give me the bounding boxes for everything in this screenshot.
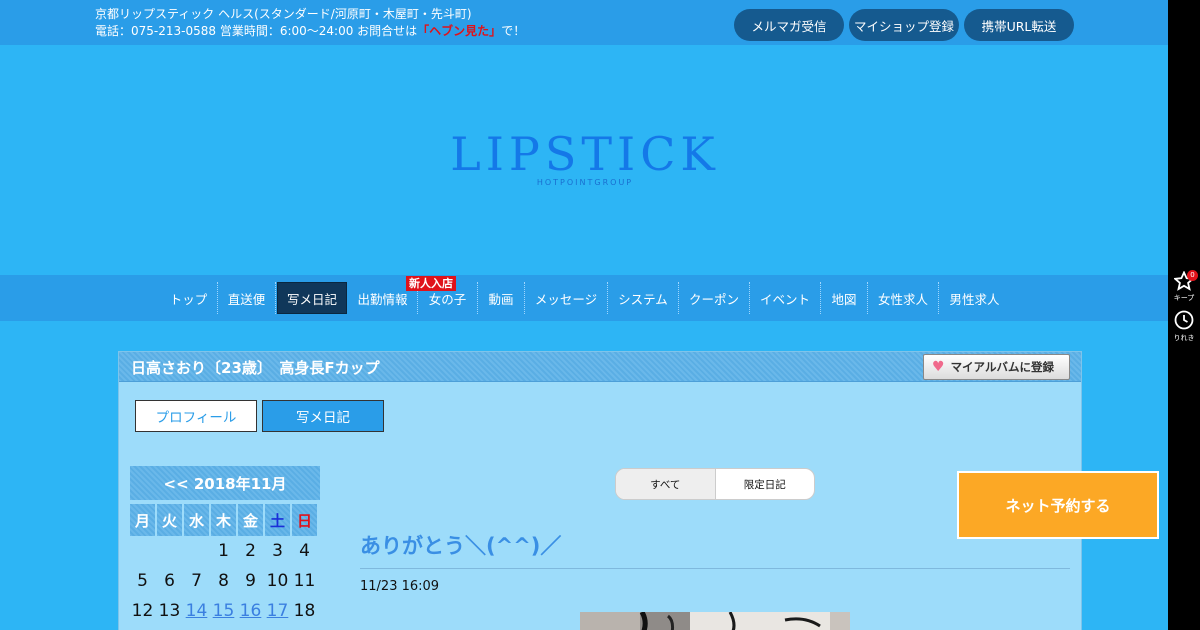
calendar-day: 2 — [245, 541, 256, 561]
calendar-day: 3 — [272, 541, 283, 561]
history-icon — [1174, 310, 1194, 330]
calendar-day[interactable]: 17 — [265, 598, 290, 624]
contact-suffix: で！ — [501, 24, 526, 38]
diary-filter: すべて 限定日記 — [615, 468, 815, 500]
calendar-day: 8 — [218, 571, 229, 591]
nav-male-recruit[interactable]: 男性求人 — [939, 282, 1010, 314]
filter-limited[interactable]: 限定日記 — [716, 469, 815, 499]
heaven-highlight: 「ヘブン見た」 — [417, 24, 502, 38]
nav-message[interactable]: メッセージ — [525, 282, 608, 314]
profile-header: 日高さおり〔23歳〕 高身長Fカップ ♥ マイアルバムに登録 — [119, 352, 1081, 382]
post-date: 11/23 16:09 — [360, 579, 440, 594]
net-reserve-button[interactable]: ネット予約する — [957, 471, 1159, 539]
nav-event[interactable]: イベント — [750, 282, 821, 314]
calendar-day: 12 — [131, 601, 154, 621]
heart-icon: ♥ — [932, 359, 945, 375]
nav-direct[interactable]: 直送便 — [218, 282, 276, 314]
profile-title: 日高さおり〔23歳〕 高身長Fカップ — [131, 359, 380, 377]
right-sidebar: キープ 0 りれき — [1168, 0, 1200, 630]
nav-photo-diary[interactable]: 写メ日記 — [277, 282, 347, 314]
post-photo-graphic — [580, 612, 850, 630]
contact-text: 電話：075-213-0588 営業時間：6:00～24:00 お問合せは — [95, 24, 418, 38]
nav-female-recruit[interactable]: 女性求人 — [868, 282, 939, 314]
mailmag-button[interactable]: メルマガ受信 — [734, 9, 844, 41]
calendar-prev-month[interactable]: << 2018年11月 — [130, 466, 320, 500]
weekday-sat: 土 — [265, 504, 290, 536]
keep-button[interactable]: キープ 0 — [1168, 268, 1200, 304]
shop-name-line: 京都リップスティック ヘルス(スタンダード/河原町・木屋町・先斗町) — [95, 7, 472, 21]
weekday-thu: 木 — [211, 504, 236, 536]
filter-all[interactable]: すべて — [616, 469, 716, 499]
calendar-day: 18 — [293, 601, 316, 621]
contact-line: 電話：075-213-0588 営業時間：6:00～24:00 お問合せは「ヘブ… — [95, 23, 525, 40]
main-nav: トップ 直送便 写メ日記 出勤情報 女の子 動画 メッセージ システム クーポン… — [0, 275, 1168, 321]
site-logo[interactable]: LIPSTICK HOTPOINTGROUP — [430, 128, 740, 187]
post-photo[interactable] — [580, 612, 850, 630]
add-album-button[interactable]: ♥ マイアルバムに登録 — [923, 354, 1070, 380]
nav-map[interactable]: 地図 — [821, 282, 868, 314]
tab-profile[interactable]: プロフィール — [135, 400, 257, 432]
shop-info: 京都リップスティック ヘルス(スタンダード/河原町・木屋町・先斗町) 電話：07… — [95, 6, 525, 40]
nav-system[interactable]: システム — [608, 282, 679, 314]
history-label: りれき — [1173, 334, 1195, 342]
calendar-day[interactable]: 14 — [184, 598, 209, 624]
profile-panel: 日高さおり〔23歳〕 高身長Fカップ ♥ マイアルバムに登録 プロフィール 写メ… — [118, 351, 1082, 630]
nav-top[interactable]: トップ — [160, 282, 218, 314]
post-title[interactable]: ありがとう＼(^^)／ — [360, 530, 561, 560]
calendar-day[interactable]: 16 — [238, 598, 263, 624]
weekday-sun: 日 — [292, 504, 317, 536]
nav-video[interactable]: 動画 — [478, 282, 525, 314]
calendar-day: 5 — [137, 571, 148, 591]
weekday-tue: 火 — [157, 504, 182, 536]
myshop-button[interactable]: マイショップ登録 — [849, 9, 959, 41]
weekday-wed: 水 — [184, 504, 209, 536]
weekday-mon: 月 — [130, 504, 155, 536]
calendar-day: 6 — [164, 571, 175, 591]
add-album-label: マイアルバムに登録 — [950, 360, 1054, 374]
new-badge: 新人入店 — [406, 276, 456, 291]
calendar-day[interactable]: 15 — [211, 598, 236, 624]
calendar-day: 4 — [299, 541, 310, 561]
tab-photo-diary[interactable]: 写メ日記 — [262, 400, 384, 432]
keep-count-badge: 0 — [1187, 270, 1198, 281]
mobile-url-button[interactable]: 携帯URL転送 — [964, 9, 1074, 41]
history-button[interactable]: りれき — [1168, 308, 1200, 344]
top-bar: 京都リップスティック ヘルス(スタンダード/河原町・木屋町・先斗町) 電話：07… — [0, 0, 1168, 45]
logo-text: LIPSTICK — [450, 127, 720, 181]
weekday-fri: 金 — [238, 504, 263, 536]
calendar-day: 11 — [293, 571, 316, 591]
post-divider — [360, 568, 1070, 569]
calendar-day: 7 — [191, 571, 202, 591]
calendar-day: 13 — [158, 601, 181, 621]
nav-coupon[interactable]: クーポン — [679, 282, 750, 314]
calendar-day: 10 — [266, 571, 289, 591]
calendar-day: 1 — [218, 541, 229, 561]
calendar-day: 9 — [245, 571, 256, 591]
keep-label: キープ — [1173, 294, 1195, 302]
